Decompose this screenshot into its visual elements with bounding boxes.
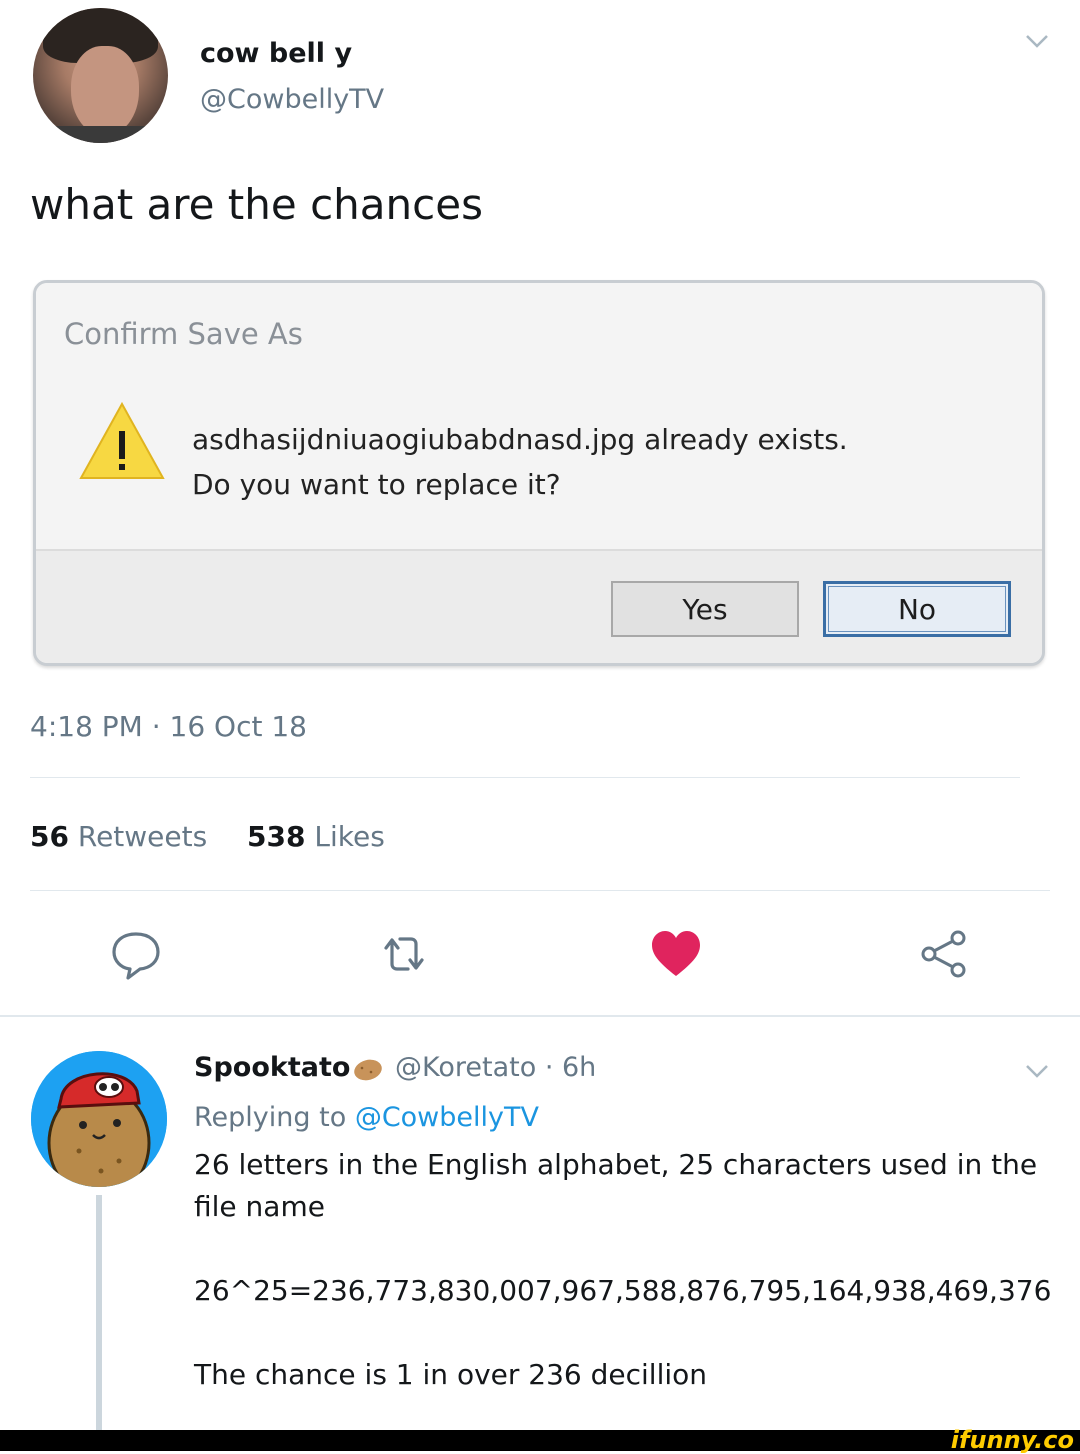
dialog-message-line1: asdhasijdniuaogiubabdnasd.jpg already ex…	[192, 423, 848, 456]
confirm-dialog-image: Confirm Save As asdhasijdniuaogiubabdnas…	[33, 280, 1045, 666]
ifunny-watermark: ifunny.co	[950, 1426, 1074, 1454]
likes-label: Likes	[314, 820, 385, 853]
retweets-label: Retweets	[77, 820, 208, 853]
reply-text-line2: file name	[194, 1190, 325, 1223]
likes-stat[interactable]: 538 Likes	[247, 820, 385, 853]
replying-to: Replying to @CowbellyTV	[194, 1102, 539, 1133]
reply-icon[interactable]	[108, 926, 164, 982]
thread-line	[96, 1195, 102, 1431]
tweet-text: what are the chances	[30, 180, 483, 229]
yes-button: Yes	[611, 581, 799, 637]
warning-icon	[79, 401, 165, 479]
divider	[0, 1015, 1080, 1017]
likes-count: 538	[247, 820, 306, 853]
no-button: No	[823, 581, 1011, 637]
reply-time: · 6h	[544, 1052, 597, 1083]
dialog-title: Confirm Save As	[64, 317, 303, 351]
dialog-message-line2: Do you want to replace it?	[192, 468, 561, 501]
share-icon[interactable]	[916, 926, 972, 982]
tweet-timestamp[interactable]: 4:18 PM · 16 Oct 18	[30, 710, 307, 743]
author-avatar[interactable]	[33, 8, 168, 143]
reply-author-avatar[interactable]	[31, 1051, 167, 1187]
reply-text-line4: The chance is 1 in over 236 decillion	[194, 1358, 708, 1391]
potato-emoji	[354, 1059, 382, 1081]
author-display-name[interactable]: cow bell y	[200, 38, 352, 69]
reply-author-handle[interactable]: @Koretato · 6h	[395, 1052, 596, 1083]
retweets-stat[interactable]: 56 Retweets	[30, 820, 207, 853]
reply-author-name[interactable]: Spooktato	[194, 1052, 350, 1083]
retweets-count: 56	[30, 820, 69, 853]
chevron-down-icon[interactable]	[1024, 28, 1050, 54]
author-handle[interactable]: @CowbellyTV	[200, 84, 384, 115]
heart-icon[interactable]	[648, 926, 704, 982]
chevron-down-icon[interactable]	[1024, 1058, 1050, 1084]
divider	[30, 890, 1050, 891]
reply-text-line1: 26 letters in the English alphabet, 25 c…	[194, 1148, 1038, 1181]
reply-text-line3: 26^25=236,773,830,007,967,588,876,795,16…	[194, 1274, 1052, 1307]
replying-prefix: Replying to	[194, 1102, 347, 1133]
dialog-footer: Yes No	[36, 549, 1042, 663]
tweet-stats: 56 Retweets 538 Likes	[30, 820, 385, 853]
retweet-icon[interactable]	[376, 926, 432, 982]
bottom-bar	[0, 1430, 1080, 1451]
reply-handle-text: @Koretato	[395, 1052, 537, 1083]
replying-mention-link[interactable]: @CowbellyTV	[355, 1102, 539, 1133]
divider	[30, 777, 1020, 778]
